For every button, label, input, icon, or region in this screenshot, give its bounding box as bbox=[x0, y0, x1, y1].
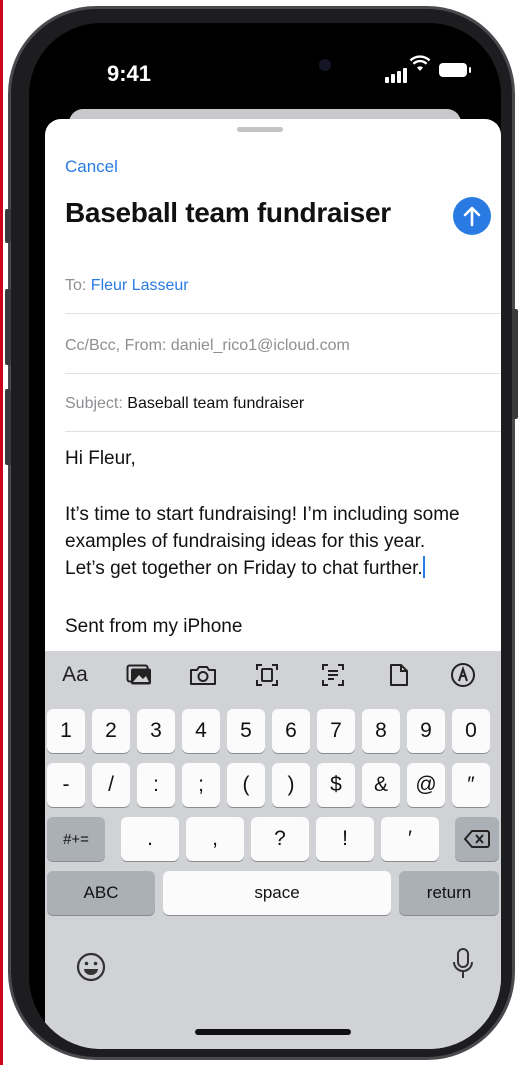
key[interactable]: 8 bbox=[362, 709, 400, 753]
body-line: examples of fundraising ideas for this y… bbox=[65, 531, 426, 552]
to-recipient[interactable]: Fleur Lasseur bbox=[91, 277, 189, 294]
body-line: It’s time to start fundraising! I’m incl… bbox=[65, 504, 460, 525]
format-button[interactable]: Aa bbox=[55, 661, 95, 689]
key[interactable]: 7 bbox=[317, 709, 355, 753]
text-cursor bbox=[422, 556, 425, 578]
cc-bcc-from-label: Cc/Bcc, From: bbox=[65, 337, 167, 354]
key[interactable]: ) bbox=[272, 763, 310, 807]
photo-library-icon[interactable] bbox=[119, 661, 159, 689]
key[interactable]: ; bbox=[182, 763, 220, 807]
compose-title: Baseball team fundraiser bbox=[65, 197, 391, 228]
subject-label: Subject: bbox=[65, 395, 123, 412]
key[interactable]: / bbox=[92, 763, 130, 807]
send-button[interactable] bbox=[453, 197, 491, 235]
key[interactable]: ( bbox=[227, 763, 265, 807]
key[interactable]: 9 bbox=[407, 709, 445, 753]
subject-field[interactable]: Subject: Baseball team fundraiser bbox=[65, 395, 485, 413]
divider bbox=[65, 431, 501, 432]
key[interactable]: . bbox=[121, 817, 179, 861]
key[interactable]: & bbox=[362, 763, 400, 807]
key[interactable]: - bbox=[47, 763, 85, 807]
key[interactable]: ? bbox=[251, 817, 309, 861]
action-button bbox=[5, 209, 11, 243]
key[interactable]: ′ bbox=[381, 817, 439, 861]
dynamic-island bbox=[197, 47, 331, 85]
home-indicator bbox=[195, 1029, 351, 1035]
keyboard-toolbar: Aa bbox=[45, 651, 501, 699]
key[interactable]: 5 bbox=[227, 709, 265, 753]
microphone-icon[interactable] bbox=[451, 947, 483, 991]
delete-key[interactable] bbox=[455, 817, 499, 861]
key[interactable]: $ bbox=[317, 763, 355, 807]
to-label: To: bbox=[65, 277, 87, 294]
cc-bcc-from-field[interactable]: Cc/Bcc, From: daniel_rico1@icloud.com bbox=[65, 337, 485, 355]
key[interactable]: @ bbox=[407, 763, 445, 807]
emoji-icon[interactable] bbox=[75, 951, 115, 991]
message-body[interactable]: It’s time to start fundraising! I’m incl… bbox=[65, 501, 497, 582]
return-key[interactable]: return bbox=[399, 871, 499, 915]
wifi-icon bbox=[409, 55, 431, 79]
key[interactable]: 1 bbox=[47, 709, 85, 753]
to-field[interactable]: To: Fleur Lasseur bbox=[65, 277, 485, 295]
space-key[interactable]: space bbox=[163, 871, 391, 915]
greeting[interactable]: Hi Fleur, bbox=[65, 445, 497, 472]
markup-icon[interactable] bbox=[443, 661, 483, 689]
key[interactable]: ! bbox=[316, 817, 374, 861]
volume-down-button bbox=[5, 389, 11, 465]
delete-backward-icon bbox=[464, 830, 490, 848]
signature[interactable]: Sent from my iPhone bbox=[65, 613, 497, 640]
screen: 9:41 Cancel Baseball team fundraiser To:… bbox=[29, 23, 501, 1049]
attach-file-icon[interactable] bbox=[379, 661, 419, 689]
from-address[interactable]: daniel_rico1@icloud.com bbox=[171, 337, 350, 354]
body-line: Let’s get together on Friday to chat fur… bbox=[65, 558, 423, 579]
keyboard: Aa 1 2 3 4 5 6 7 8 9 0 - /: ; () $ & @… bbox=[45, 651, 501, 1049]
key[interactable]: ″ bbox=[452, 763, 490, 807]
scan-document-icon[interactable] bbox=[247, 661, 287, 689]
key[interactable]: : bbox=[137, 763, 175, 807]
divider bbox=[65, 373, 501, 374]
scan-text-icon[interactable] bbox=[313, 661, 353, 689]
key[interactable]: 4 bbox=[182, 709, 220, 753]
side-button bbox=[512, 309, 518, 419]
camera-icon[interactable] bbox=[183, 661, 223, 689]
red-edge-line bbox=[0, 0, 3, 1065]
subject-value[interactable]: Baseball team fundraiser bbox=[127, 395, 304, 412]
volume-up-button bbox=[5, 289, 11, 365]
key[interactable]: , bbox=[186, 817, 244, 861]
key[interactable]: 2 bbox=[92, 709, 130, 753]
iphone-frame: 9:41 Cancel Baseball team fundraiser To:… bbox=[5, 6, 518, 1060]
front-camera-icon bbox=[319, 59, 331, 71]
compose-sheet: Cancel Baseball team fundraiser To: Fleu… bbox=[45, 119, 501, 1049]
battery-icon bbox=[439, 63, 471, 77]
key[interactable]: 3 bbox=[137, 709, 175, 753]
more-symbols-key[interactable]: #+= bbox=[47, 817, 105, 861]
key[interactable]: 0 bbox=[452, 709, 490, 753]
arrow-up-icon bbox=[463, 206, 481, 227]
key[interactable]: 6 bbox=[272, 709, 310, 753]
cellular-signal-icon bbox=[385, 65, 409, 83]
status-bar: 9:41 bbox=[29, 23, 501, 109]
cancel-button[interactable]: Cancel bbox=[65, 157, 118, 177]
divider bbox=[65, 313, 501, 314]
status-time: 9:41 bbox=[107, 61, 152, 86]
sheet-grabber[interactable] bbox=[237, 127, 283, 132]
abc-key[interactable]: ABC bbox=[47, 871, 155, 915]
